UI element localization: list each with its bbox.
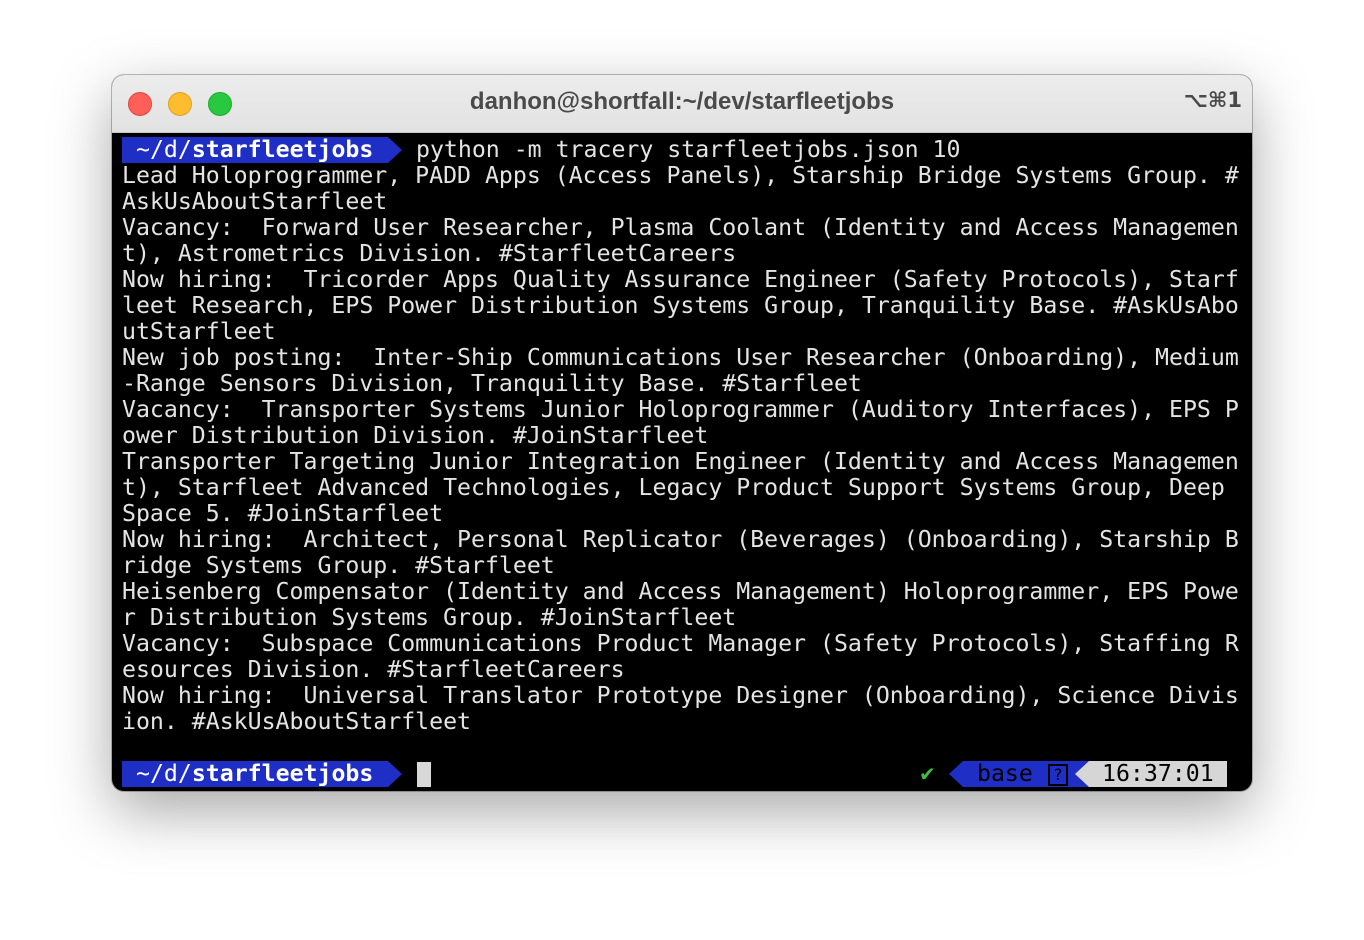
active-prompt-line: ~/d/starfleetjobs ✔ base ? 16:37:01 [122,761,1242,787]
prompt-path-dir: starfleetjobs [191,760,374,787]
output-line: ion. #AskUsAboutStarfleet [122,709,472,735]
output-line: utStarfleet [122,319,276,345]
prompt-path: ~/d/starfleetjobs [122,761,388,787]
terminal-content[interactable]: ~/d/starfleetjobs python -m tracery star… [122,137,1242,787]
output-line: t), Starfleet Advanced Technologies, Leg… [122,475,1225,501]
output-line: Lead Holoprogrammer, PADD Apps (Access P… [122,163,1239,189]
output-line: Heisenberg Compensator (Identity and Acc… [122,579,1239,605]
prompt-path-prefix: ~/d/ [136,760,192,787]
prompt-path-dir: starfleetjobs [191,136,374,163]
window-shortcut: ⌥⌘1 [1183,88,1242,112]
terminal-window: danhon@shortfall:~/dev/starfleetjobs ⌥⌘1… [112,75,1252,791]
prompt-path: ~/d/starfleetjobs [122,137,388,163]
clock-segment: 16:37:01 [1089,761,1227,787]
success-check-icon: ✔ [919,762,936,786]
window-title: danhon@shortfall:~/dev/starfleetjobs [469,88,895,115]
output-line: Now hiring: Architect, Personal Replicat… [122,527,1239,553]
prompt-line: ~/d/starfleetjobs python -m tracery star… [122,137,1242,163]
output-line: t), Astrometrics Division. #StarfleetCar… [122,241,737,267]
output-line: Now hiring: Tricorder Apps Quality Assur… [122,267,1239,293]
output-line: r Distribution Systems Group. #JoinStarf… [122,605,737,631]
clock-time: 16:37:01 [1102,760,1214,787]
prompt-arrow-icon [388,761,402,787]
segment-arrow-icon [949,761,963,787]
output-line: Vacancy: Transporter Systems Junior Holo… [122,397,1239,423]
title-bar: danhon@shortfall:~/dev/starfleetjobs ⌥⌘1 [112,75,1252,133]
unknown-status-icon: ? [1048,764,1068,786]
prompt-path-prefix: ~/d/ [136,136,192,163]
segment-arrow-icon [1075,761,1089,787]
output-line: Vacancy: Subspace Communications Product… [122,631,1239,657]
output-line: Transporter Targeting Junior Integration… [122,449,1239,475]
prompt-arrow-icon [388,137,402,163]
output-line: New job posting: Inter-Ship Communicatio… [122,345,1239,371]
output-line: AskUsAboutStarfleet [122,189,388,215]
command-output: Lead Holoprogrammer, PADD Apps (Access P… [122,163,1242,735]
output-line: -Range Sensors Division, Tranquility Bas… [122,371,862,397]
output-line: leet Research, EPS Power Distribution Sy… [122,293,1239,319]
command-text: python -m tracery starfleetjobs.json 10 [416,136,961,163]
output-line: Space 5. #JoinStarfleet [122,501,444,527]
text-cursor[interactable] [417,762,431,787]
output-line: ridge Systems Group. #Starfleet [122,553,555,579]
output-line: Now hiring: Universal Translator Prototy… [122,683,1239,709]
output-line: ower Distribution Division. #JoinStarfle… [122,423,709,449]
output-line: esources Division. #StarfleetCareers [122,657,625,683]
output-line: Vacancy: Forward User Researcher, Plasma… [122,215,1239,241]
conda-env-name: base [977,760,1033,787]
